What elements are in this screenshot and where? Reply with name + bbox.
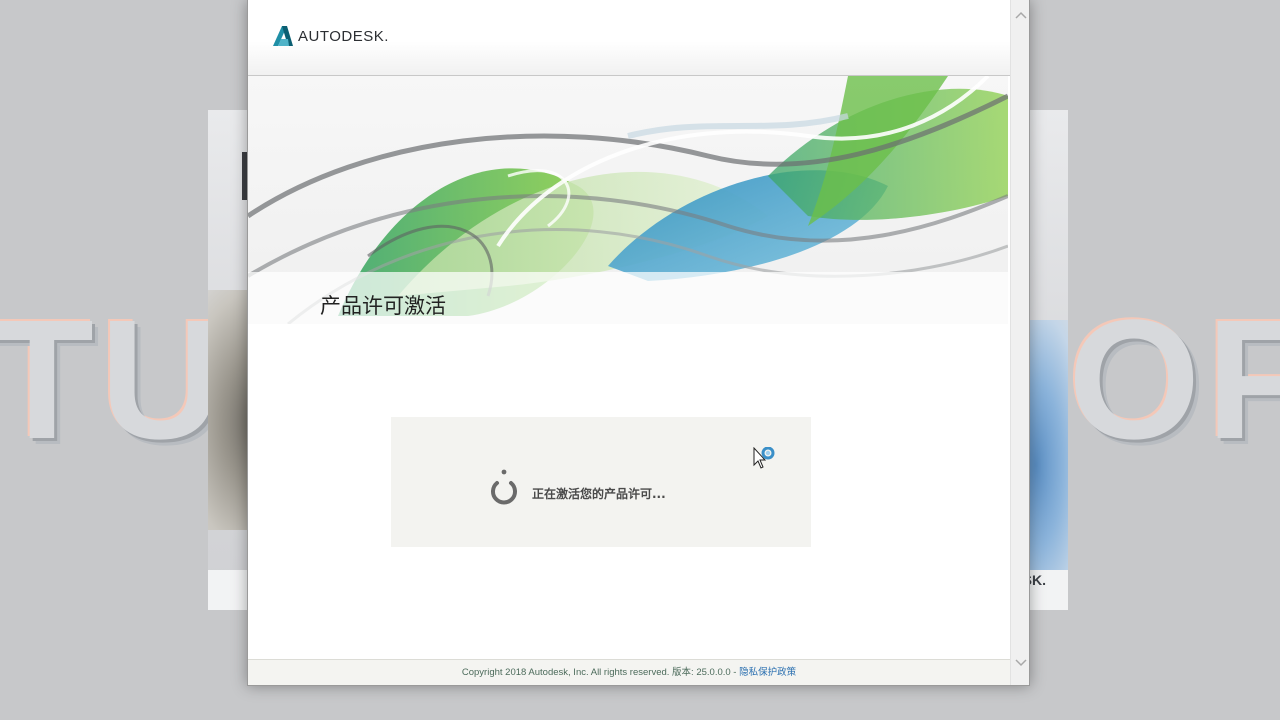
background-word-left: TU bbox=[0, 300, 208, 460]
busy-cursor-icon bbox=[753, 447, 775, 469]
copyright-text: Copyright 2018 Autodesk, Inc. All rights… bbox=[461, 667, 740, 678]
page-title: 产品许可激活 bbox=[320, 294, 446, 318]
chevron-up-icon bbox=[1015, 11, 1027, 19]
scroll-up-button[interactable] bbox=[1014, 8, 1028, 22]
chevron-down-icon bbox=[1015, 659, 1027, 667]
vertical-scrollbar[interactable] bbox=[1010, 0, 1029, 685]
dialog-header: AUTODESK. bbox=[248, 0, 1010, 76]
activation-dialog: AUTODESK. 产品许可激活 正在激活您的产品许可... Copyright… bbox=[247, 0, 1030, 686]
activation-status-panel: 正在激活您的产品许可... bbox=[391, 417, 811, 547]
autodesk-logo: AUTODESK. bbox=[272, 25, 389, 47]
privacy-policy-link[interactable]: 隐私保护政策 bbox=[739, 667, 796, 678]
background-word-right: OF bbox=[1068, 300, 1280, 460]
status-message: 正在激活您的产品许可... bbox=[532, 487, 666, 501]
dialog-footer: Copyright 2018 Autodesk, Inc. All rights… bbox=[248, 659, 1010, 685]
loading-spinner-icon bbox=[491, 469, 517, 505]
banner: 产品许可激活 bbox=[248, 76, 1008, 324]
brand-name: AUTODESK. bbox=[298, 27, 389, 45]
autodesk-logo-icon bbox=[273, 26, 293, 46]
scroll-down-button[interactable] bbox=[1014, 656, 1028, 670]
